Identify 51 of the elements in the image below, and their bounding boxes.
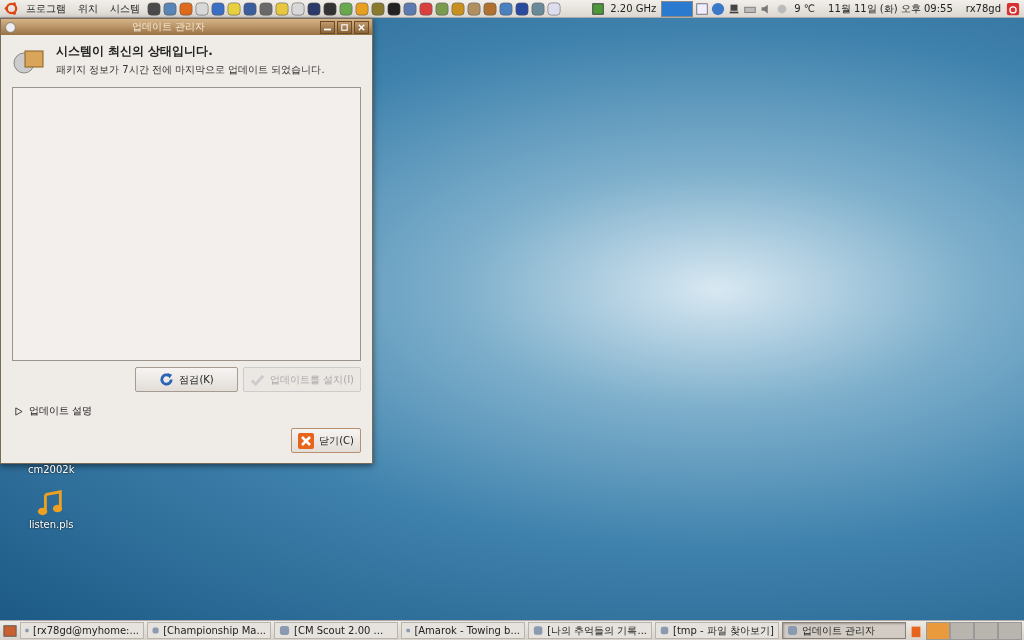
- expander-arrow-icon: [14, 406, 23, 416]
- taskbar-button[interactable]: [rx78gd@myhome:...: [20, 622, 144, 639]
- minimize-icon: [324, 28, 331, 31]
- close-button[interactable]: [354, 20, 369, 34]
- refresh-icon: [159, 372, 175, 387]
- workspace-switcher-cell[interactable]: [974, 621, 998, 640]
- app-launcher-icon[interactable]: [147, 1, 161, 16]
- taskbar-button[interactable]: [Amarok - Towing b...: [401, 622, 525, 639]
- power-icon[interactable]: [1006, 1, 1020, 16]
- maximize-button[interactable]: [337, 20, 352, 34]
- show-desktop-icon[interactable]: [3, 623, 17, 638]
- app-launcher-icon[interactable]: [387, 1, 401, 16]
- taskbar-button[interactable]: [나의 추억들의 기록...: [528, 622, 652, 639]
- app-icon: [279, 625, 290, 636]
- app-icon: [660, 625, 670, 636]
- workspace-switcher-cell[interactable]: [998, 621, 1022, 640]
- app-icon: [787, 625, 798, 636]
- maximize-icon: [340, 22, 349, 32]
- temperature: 9 ℃: [793, 3, 816, 14]
- cpu-frequency: 2.20 GHz: [609, 3, 658, 14]
- workspace-switcher-cell[interactable]: [926, 621, 950, 640]
- status-message: 패키지 정보가 7시간 전에 마지막으로 업데이트 되었습니다.: [56, 63, 325, 77]
- check-button[interactable]: 점검(K): [135, 367, 239, 392]
- taskbar-button[interactable]: [tmp - 파일 찾아보기]: [655, 622, 779, 639]
- status-heading: 시스템이 최신의 상태입니다.: [56, 43, 214, 60]
- close-dialog-button[interactable]: 닫기(C): [291, 428, 361, 453]
- update-description-expander[interactable]: 업데이트 설명: [12, 404, 95, 418]
- close-x-icon: [298, 432, 315, 449]
- taskbar-button[interactable]: [Championship Ma...: [147, 622, 271, 639]
- desktop-icon-label[interactable]: listen.pls: [28, 519, 74, 530]
- minimize-button[interactable]: [320, 20, 335, 34]
- panel-menu[interactable]: 시스템: [105, 1, 145, 16]
- ubuntu-logo-icon[interactable]: [4, 1, 19, 16]
- user-name[interactable]: rx78gd: [962, 3, 1004, 14]
- app-launcher-icon[interactable]: [243, 1, 257, 16]
- desktop-icon-label[interactable]: cm2002k: [28, 464, 75, 475]
- clock[interactable]: 11월 11일 (화) 오후 09:55: [820, 1, 961, 16]
- app-launcher-icon[interactable]: [515, 1, 529, 16]
- panel-menu[interactable]: 프로그램: [21, 1, 71, 16]
- window-title: 업데이트 관리자: [130, 20, 207, 34]
- taskbar-button[interactable]: [CM Scout 2.00 ...: [274, 622, 398, 639]
- workspace-switcher-cell[interactable]: [950, 621, 974, 640]
- taskbar-button[interactable]: 업데이트 관리자: [782, 622, 906, 639]
- close-icon: [357, 22, 366, 32]
- panel-menu[interactable]: 위치: [73, 1, 103, 16]
- checkmark-icon: [250, 372, 266, 387]
- app-icon: [533, 625, 544, 636]
- system-monitor-graph: [661, 0, 694, 17]
- app-launcher-icon[interactable]: [323, 1, 337, 16]
- app-icon: [152, 625, 160, 636]
- app-launcher-icon[interactable]: [307, 1, 321, 16]
